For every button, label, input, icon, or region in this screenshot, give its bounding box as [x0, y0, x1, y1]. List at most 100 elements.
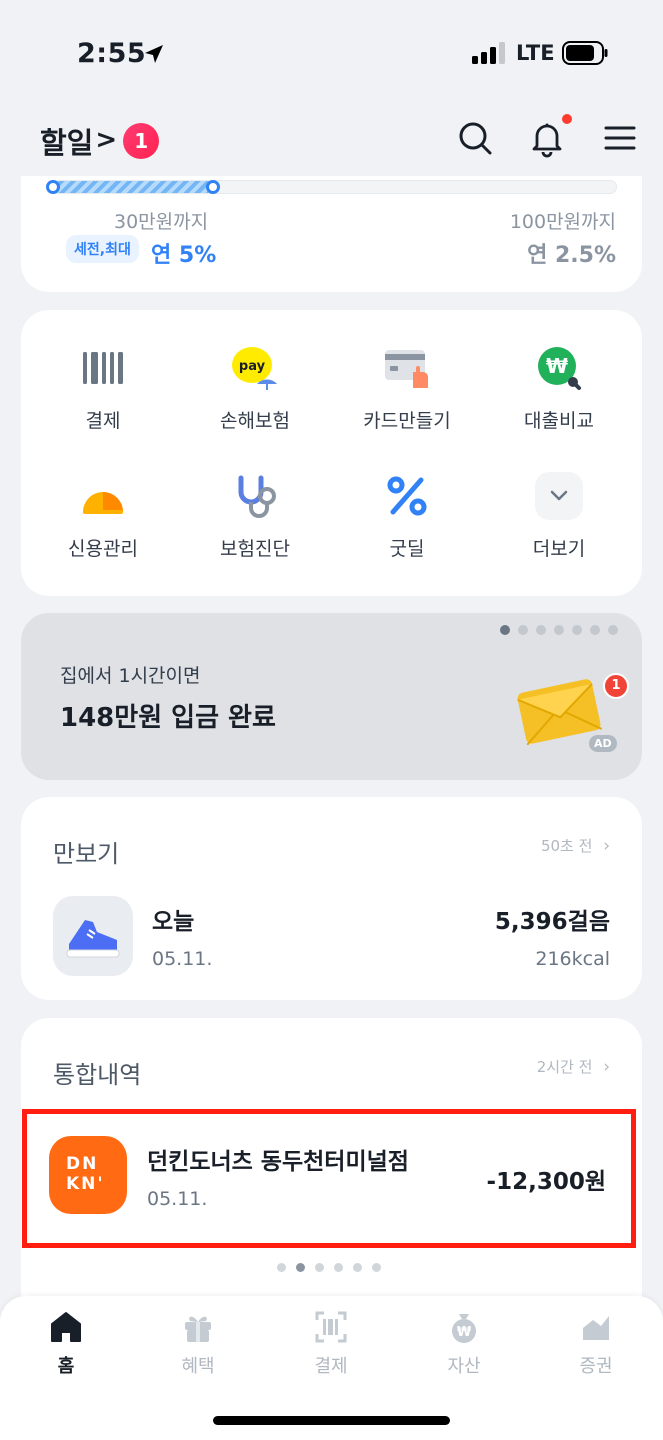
pre-tax-badge: 세전,최대 [66, 235, 139, 263]
updated-time: 2시간 전 [536, 1058, 593, 1076]
gauge-icon [83, 492, 123, 514]
kakao-pay-umbrella-icon: pay [232, 347, 277, 390]
chart-icon [583, 1316, 609, 1340]
page-dot [353, 1263, 362, 1272]
savings-progress-track [46, 180, 617, 194]
chevron-right-icon: › [603, 1057, 610, 1077]
page-dot [554, 625, 564, 635]
won-search-icon: ₩ [538, 347, 581, 390]
history-card: 통합내역 2시간 전 › DN KN' 던킨도너츠 동두천터미널점 05.11.… [21, 1018, 642, 1318]
status-time: 2:55 [77, 38, 147, 69]
page-dot [572, 625, 582, 635]
menu-label: 더보기 [532, 538, 586, 560]
menu-item-payment[interactable]: 결제 [28, 344, 178, 433]
tab-benefits[interactable]: 혜택 [148, 1310, 248, 1378]
tier2-label: 100만원까지 [509, 211, 616, 233]
menu-item-insurance-check[interactable]: 보험진단 [180, 472, 330, 561]
savings-progress-fill [48, 181, 213, 193]
page-dot [315, 1263, 324, 1272]
merchant-name: 던킨도너츠 동두천터미널점 [147, 1149, 409, 1175]
history-pagination [277, 1263, 381, 1272]
barcode-icon [83, 352, 123, 384]
menu-label: 대출비교 [524, 410, 594, 432]
network-type: LTE [516, 41, 555, 65]
menu-item-credit[interactable]: 신용관리 [28, 472, 178, 561]
search-icon[interactable] [455, 118, 495, 158]
menu-label: 손해보험 [220, 410, 290, 432]
menu-item-loan[interactable]: ₩ 대출비교 [484, 344, 634, 433]
percent-icon [387, 476, 427, 516]
todo-button[interactable]: 할일 > 1 [40, 120, 160, 162]
tier1-label: 30만원까지 [114, 211, 209, 233]
menu-label: 신용관리 [68, 538, 138, 560]
sneaker-icon [66, 920, 120, 958]
menu-label: 보험진단 [220, 538, 290, 560]
status-bar: 2:55 LTE [0, 0, 663, 100]
logo-text-top: DN [66, 1154, 99, 1174]
ad-pagination [500, 625, 618, 635]
bell-icon[interactable] [527, 118, 567, 158]
page-dot [608, 625, 618, 635]
history-updated[interactable]: 2시간 전 › [537, 1056, 610, 1077]
svg-text:₩: ₩ [457, 1325, 472, 1340]
pedometer-date: 05.11. [152, 948, 213, 970]
page-dot [590, 625, 600, 635]
tab-payment[interactable]: 결제 [281, 1310, 381, 1378]
page-dot [372, 1263, 381, 1272]
tab-label: 결제 [314, 1356, 348, 1377]
menu-item-deal[interactable]: 굿딜 [332, 472, 482, 561]
tab-label: 자산 [447, 1356, 481, 1377]
pedometer-card[interactable]: 만보기 50초 전 › 오늘 05.11. 5,396걸음 216kcal [21, 797, 642, 1000]
menu-icon[interactable] [600, 118, 640, 158]
stethoscope-icon [238, 475, 276, 518]
page-dot [536, 625, 546, 635]
rate2: 연 2.5% [527, 243, 616, 268]
chevron-right-icon: › [603, 836, 610, 856]
updated-time: 50초 전 [540, 837, 593, 855]
section-title: 통합내역 [53, 1061, 142, 1089]
pedometer-day: 오늘 [152, 909, 195, 935]
ad-label: AD [589, 735, 617, 752]
menu-item-card[interactable]: 카드만들기 [332, 344, 482, 433]
home-indicator [213, 1416, 450, 1425]
todo-chevron: > [95, 125, 118, 155]
ad-title: 148만원 입금 완료 [60, 703, 276, 733]
shoe-icon-container [53, 896, 133, 976]
menu-label: 카드만들기 [363, 410, 451, 432]
menu-item-insurance[interactable]: pay 손해보험 [180, 344, 330, 433]
tab-assets[interactable]: ₩ 자산 [414, 1310, 514, 1378]
page-dot [277, 1263, 286, 1272]
step-count: 5,396걸음 [494, 909, 610, 935]
tab-label: 혜택 [181, 1356, 215, 1377]
quick-menu-card: 결제 pay 손해보험 카드만들기 ₩ 대출비교 신용관리 보험진단 굿딜 더보… [21, 310, 642, 596]
transaction-date: 05.11. [147, 1188, 208, 1210]
menu-item-more[interactable]: 더보기 [484, 472, 634, 561]
svg-text:pay: pay [239, 359, 266, 374]
transaction-amount: -12,300원 [486, 1169, 606, 1195]
location-arrow-icon [145, 45, 163, 63]
progress-start-dot [46, 180, 60, 194]
tab-stocks[interactable]: 증권 [546, 1310, 646, 1378]
logo-text-bottom: KN' [66, 1174, 105, 1194]
tab-home[interactable]: 홈 [16, 1310, 116, 1378]
page-dot [334, 1263, 343, 1272]
svg-text:₩: ₩ [546, 354, 568, 378]
tab-bar: 홈 혜택 결제 ₩ 자산 증권 [0, 1296, 663, 1440]
chevron-down-icon [535, 472, 583, 520]
ad-banner[interactable]: 집에서 1시간이면 148만원 입금 완료 1 AD [21, 613, 642, 780]
progress-handle [205, 180, 220, 194]
menu-label: 굿딜 [389, 538, 425, 560]
page-dot [500, 625, 510, 635]
ad-subtitle: 집에서 1시간이면 [60, 665, 201, 687]
notification-dot [562, 114, 572, 124]
todo-count-badge: 1 [123, 123, 160, 159]
app-header: 할일 > 1 [0, 100, 663, 176]
pedometer-updated[interactable]: 50초 전 › [541, 835, 610, 856]
todo-label: 할일 [40, 126, 94, 160]
card-icon [385, 350, 428, 388]
page-dot [296, 1263, 305, 1272]
dunkin-logo: DN KN' [49, 1136, 127, 1214]
envelope-badge: 1 [603, 673, 629, 699]
rate1: 연 5% [151, 243, 217, 268]
gift-icon [185, 1316, 211, 1342]
